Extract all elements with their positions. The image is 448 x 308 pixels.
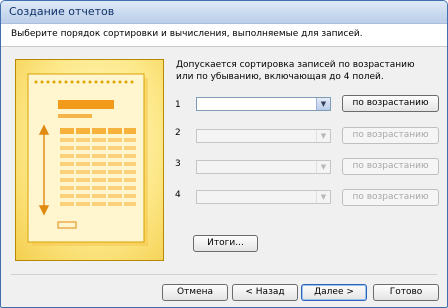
sort-order-3-button[interactable]: по возрастанию [342,158,439,175]
window-title: Создание отчетов [9,5,115,18]
sort-row-number: 4 [175,190,181,200]
sort-description: Допускается сортировка записей по возрас… [176,60,415,82]
chevron-down-icon[interactable]: ▼ [316,98,330,110]
sort-field-1-select[interactable]: ▼ [196,97,331,111]
finish-button[interactable]: Готово [373,284,439,301]
chevron-down-icon[interactable]: ▼ [316,191,330,203]
title-bar: Создание отчетов [1,1,447,24]
next-button[interactable]: Далее > [301,284,367,301]
report-preview-graphic [27,73,148,246]
chevron-down-icon[interactable]: ▼ [316,161,330,173]
sort-order-4-button[interactable]: по возрастанию [342,189,439,206]
instruction-text: Выберите порядок сортировки и вычисления… [11,29,363,39]
sort-order-2-button[interactable]: по возрастанию [342,127,439,144]
chevron-down-icon[interactable]: ▼ [316,130,330,142]
sort-field-2-select[interactable]: ▼ [196,129,331,143]
sort-order-1-button[interactable]: по возрастанию [342,95,439,112]
sort-row-number: 1 [175,100,181,110]
sort-field-3-select[interactable]: ▼ [196,160,331,174]
sort-row-number: 2 [175,128,181,138]
sort-field-4-select[interactable]: ▼ [196,190,331,204]
summary-options-button[interactable]: Итоги... [193,235,258,252]
report-wizard-dialog: Создание отчетов Выберите порядок сортир… [0,0,448,308]
header-panel: Выберите порядок сортировки и вычисления… [1,24,447,47]
back-button[interactable]: < Назад [232,284,298,301]
sort-row-number: 3 [175,159,181,169]
report-illustration [15,59,164,261]
cancel-button[interactable]: Отмена [162,284,228,301]
footer-divider [11,274,437,275]
